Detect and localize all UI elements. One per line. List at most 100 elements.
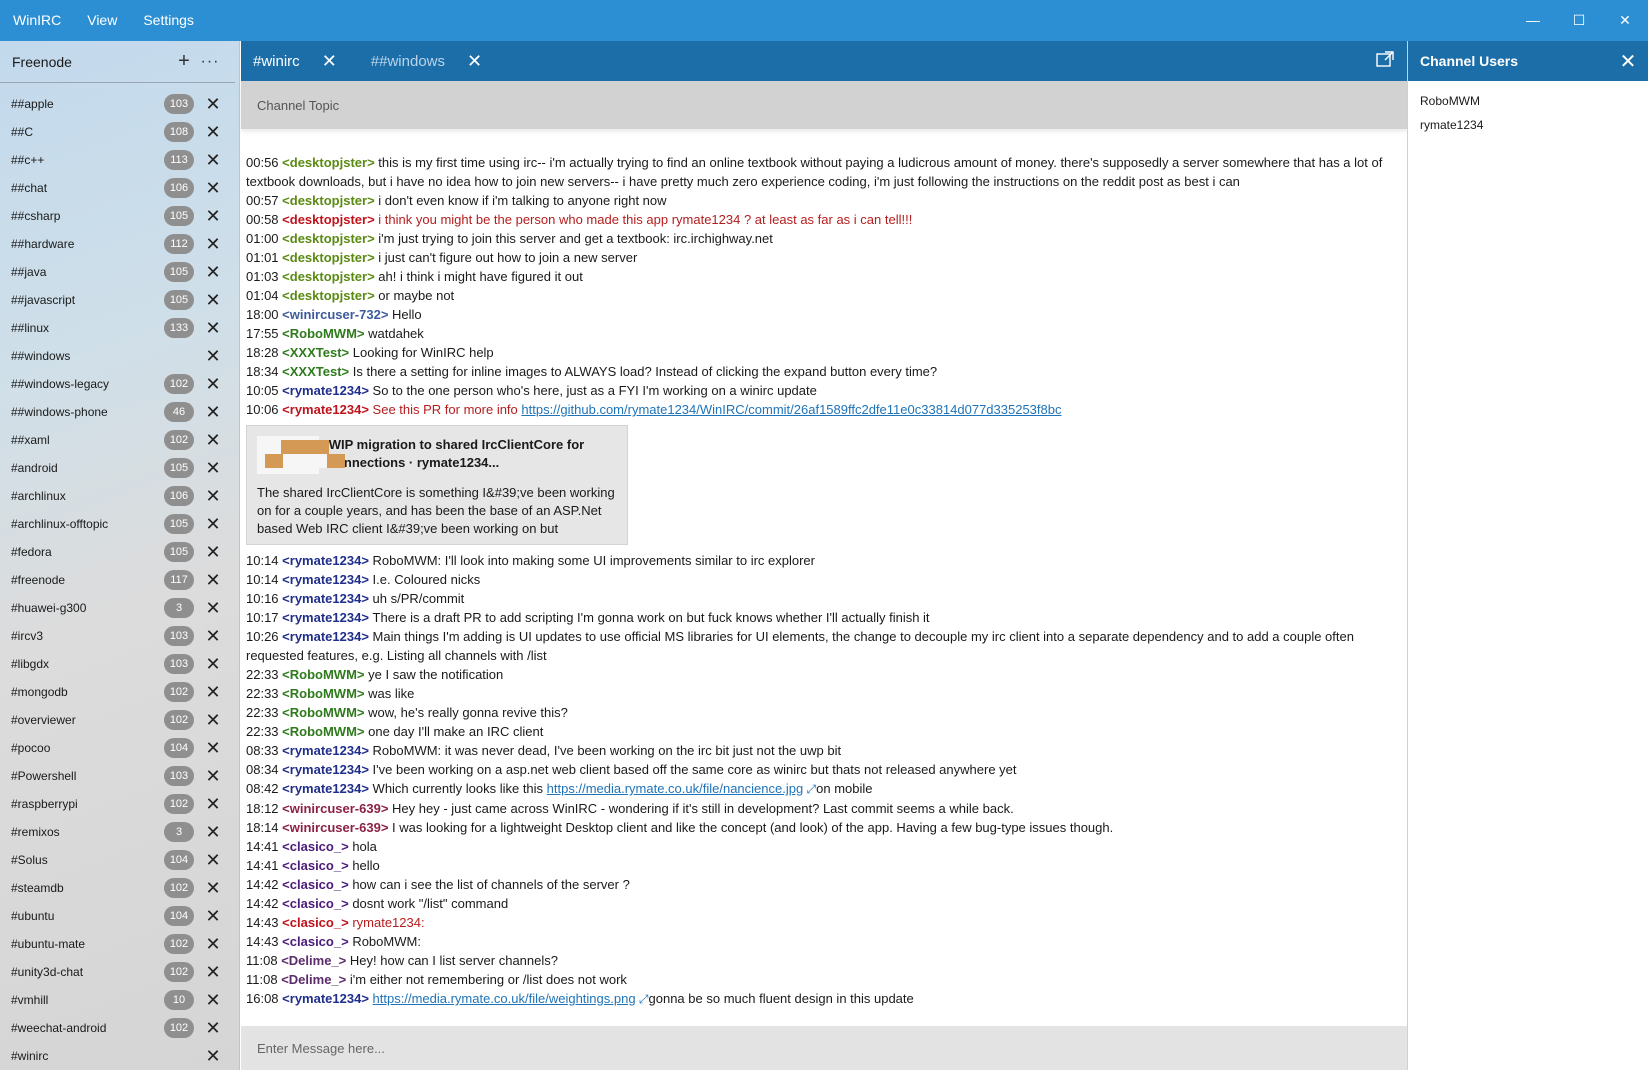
message-nick[interactable]: desktopjster	[290, 193, 367, 208]
message-nick[interactable]: rymate1234	[290, 781, 362, 796]
user-list-item[interactable]: RoboMWM	[1420, 89, 1636, 113]
sidebar-channel-item[interactable]: ##windows-phone 46 ✕	[0, 398, 239, 426]
message-nick[interactable]: rymate1234	[290, 762, 362, 777]
menu-view[interactable]: View	[74, 0, 130, 41]
sidebar-channel-item[interactable]: #freenode 117 ✕	[0, 566, 239, 594]
close-channel-icon[interactable]: ✕	[202, 1046, 224, 1067]
message-log[interactable]: 00:56 <desktopjster> this is my first ti…	[241, 129, 1407, 1026]
close-channel-icon[interactable]: ✕	[202, 878, 224, 899]
message-nick[interactable]: clasico_	[290, 934, 341, 949]
close-channel-icon[interactable]: ✕	[202, 94, 224, 115]
message-nick[interactable]: rymate1234	[290, 743, 362, 758]
sidebar-channel-item[interactable]: ##c++ 113 ✕	[0, 146, 239, 174]
message-nick[interactable]: clasico_	[290, 915, 341, 930]
close-channel-icon[interactable]: ✕	[202, 654, 224, 675]
sidebar-channel-item[interactable]: #android 105 ✕	[0, 454, 239, 482]
sidebar-channel-item[interactable]: #archlinux-offtopic 105 ✕	[0, 510, 239, 538]
message-nick[interactable]: clasico_	[290, 877, 341, 892]
minimize-icon[interactable]: —	[1510, 0, 1556, 41]
external-link-icon[interactable]: ⤢	[636, 992, 649, 1006]
close-channel-icon[interactable]: ✕	[202, 206, 224, 227]
close-channel-icon[interactable]: ✕	[202, 542, 224, 563]
sidebar-channel-item[interactable]: ##linux 133 ✕	[0, 314, 239, 342]
message-nick[interactable]: desktopjster	[290, 212, 367, 227]
message-nick[interactable]: rymate1234	[290, 383, 362, 398]
message-nick[interactable]: clasico_	[290, 858, 341, 873]
message-nick[interactable]: clasico_	[290, 896, 341, 911]
sidebar-channel-item[interactable]: #winirc ✕	[0, 1042, 239, 1070]
close-channel-icon[interactable]: ✕	[202, 178, 224, 199]
message-nick[interactable]: XXXTest	[290, 364, 342, 379]
close-channel-icon[interactable]: ✕	[202, 794, 224, 815]
close-channel-icon[interactable]: ✕	[202, 262, 224, 283]
tab-winirc[interactable]: #winirc ✕	[253, 51, 337, 72]
sidebar-channel-item[interactable]: #Solus 104 ✕	[0, 846, 239, 874]
close-channel-icon[interactable]: ✕	[202, 318, 224, 339]
close-tab-icon[interactable]: ✕	[322, 51, 337, 72]
sidebar-channel-item[interactable]: #Powershell 103 ✕	[0, 762, 239, 790]
close-channel-icon[interactable]: ✕	[202, 906, 224, 927]
sidebar-channel-item[interactable]: ##apple 103 ✕	[0, 90, 239, 118]
sidebar-channel-item[interactable]: #steamdb 102 ✕	[0, 874, 239, 902]
message-nick[interactable]: desktopjster	[290, 155, 367, 170]
close-channel-icon[interactable]: ✕	[202, 990, 224, 1011]
message-input[interactable]	[257, 1040, 1407, 1056]
sidebar-channel-item[interactable]: #unity3d-chat 102 ✕	[0, 958, 239, 986]
maximize-icon[interactable]: ☐	[1556, 0, 1602, 41]
close-channel-icon[interactable]: ✕	[202, 458, 224, 479]
close-channel-icon[interactable]: ✕	[202, 402, 224, 423]
sidebar-channel-item[interactable]: ##hardware 112 ✕	[0, 230, 239, 258]
tab-windows[interactable]: ##windows ✕	[371, 51, 482, 72]
close-channel-icon[interactable]: ✕	[202, 290, 224, 311]
message-nick[interactable]: winircuser-639	[290, 801, 381, 816]
message-nick[interactable]: RoboMWM	[290, 667, 357, 682]
close-channel-icon[interactable]: ✕	[202, 234, 224, 255]
close-users-panel-icon[interactable]: ✕	[1608, 49, 1648, 74]
sidebar-channel-item[interactable]: ##java 105 ✕	[0, 258, 239, 286]
close-channel-icon[interactable]: ✕	[202, 710, 224, 731]
link-preview-card[interactable]: WIP migration to shared IrcClientCore fo…	[246, 425, 628, 545]
sidebar-channel-item[interactable]: #fedora 105 ✕	[0, 538, 239, 566]
message-nick[interactable]: rymate1234	[290, 591, 362, 606]
message-nick[interactable]: desktopjster	[290, 231, 367, 246]
close-channel-icon[interactable]: ✕	[202, 850, 224, 871]
message-nick[interactable]: rymate1234	[290, 553, 362, 568]
close-channel-icon[interactable]: ✕	[202, 934, 224, 955]
sidebar-channel-item[interactable]: ##C 108 ✕	[0, 118, 239, 146]
menu-settings[interactable]: Settings	[130, 0, 207, 41]
sidebar-channel-item[interactable]: ##windows ✕	[0, 342, 239, 370]
message-nick[interactable]: desktopjster	[290, 250, 367, 265]
sidebar-channel-item[interactable]: ##javascript 105 ✕	[0, 286, 239, 314]
close-channel-icon[interactable]: ✕	[202, 766, 224, 787]
external-link-icon[interactable]: ⤢	[803, 782, 817, 796]
sidebar-channel-item[interactable]: #remixos 3 ✕	[0, 818, 239, 846]
close-window-icon[interactable]: ✕	[1602, 0, 1648, 41]
sidebar-channel-item[interactable]: #ubuntu 104 ✕	[0, 902, 239, 930]
sidebar-channel-item[interactable]: #archlinux 106 ✕	[0, 482, 239, 510]
server-name[interactable]: Freenode	[12, 54, 171, 70]
message-nick[interactable]: RoboMWM	[290, 326, 357, 341]
sidebar-channel-item[interactable]: ##xaml 102 ✕	[0, 426, 239, 454]
close-channel-icon[interactable]: ✕	[202, 738, 224, 759]
message-nick[interactable]: rymate1234	[290, 572, 362, 587]
close-channel-icon[interactable]: ✕	[202, 682, 224, 703]
close-channel-icon[interactable]: ✕	[202, 374, 224, 395]
message-link[interactable]: https://media.rymate.co.uk/file/nancienc…	[547, 781, 804, 796]
message-nick[interactable]: Delime_	[289, 972, 339, 987]
message-nick[interactable]: Delime_	[289, 953, 339, 968]
message-nick[interactable]: winircuser-732	[290, 307, 381, 322]
close-channel-icon[interactable]: ✕	[202, 598, 224, 619]
close-channel-icon[interactable]: ✕	[202, 1018, 224, 1039]
close-channel-icon[interactable]: ✕	[202, 346, 224, 367]
message-nick[interactable]: rymate1234	[290, 610, 362, 625]
message-nick[interactable]: RoboMWM	[290, 686, 357, 701]
close-channel-icon[interactable]: ✕	[202, 962, 224, 983]
more-options-icon[interactable]: ···	[197, 53, 223, 71]
close-channel-icon[interactable]: ✕	[202, 486, 224, 507]
message-nick[interactable]: XXXTest	[290, 345, 342, 360]
sidebar-channel-item[interactable]: #huawei-g300 3 ✕	[0, 594, 239, 622]
popout-window-icon[interactable]	[1363, 50, 1407, 72]
close-tab-icon[interactable]: ✕	[467, 51, 482, 72]
close-channel-icon[interactable]: ✕	[202, 822, 224, 843]
sidebar-channel-item[interactable]: #pocoo 104 ✕	[0, 734, 239, 762]
